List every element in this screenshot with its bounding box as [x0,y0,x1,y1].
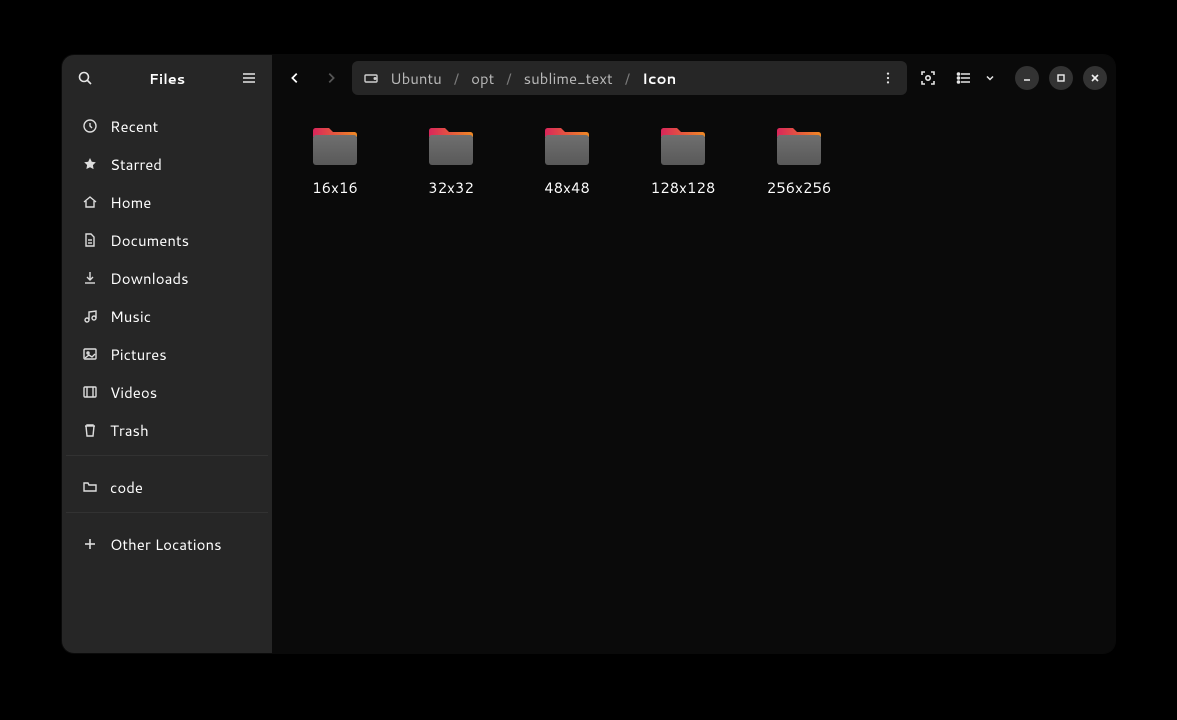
maximize-button[interactable] [1049,66,1073,90]
list-view-button[interactable] [949,63,979,93]
path-separator: / [615,68,640,89]
sidebar-item-starred[interactable]: Starred [62,145,272,183]
app-title: Files [102,68,232,89]
sidebar-bookmarks: code [62,462,272,506]
sidebar: Files Recent [62,55,272,653]
path-segment-icon[interactable]: Icon [640,68,678,89]
sidebar-item-label: Home [110,192,151,213]
search-icon [77,70,93,86]
folder-item[interactable]: 48x48 [522,125,612,198]
sidebar-item-trash[interactable]: Trash [62,411,272,449]
focus-file-button[interactable] [913,63,943,93]
sidebar-item-label: Downloads [110,268,189,289]
folder-label: 128x128 [651,177,716,198]
maximize-icon [1056,73,1066,83]
recent-icon [82,118,98,134]
folder-grid: 16x16 32x32 [290,125,1097,198]
sidebar-item-music[interactable]: Music [62,297,272,335]
disk-icon [362,69,380,87]
focus-icon [919,69,937,87]
path-separator: / [496,68,521,89]
path-separator: / [444,68,469,89]
sidebar-item-label: code [110,477,143,498]
sidebar-header: Files [62,55,272,101]
sidebar-item-label: Pictures [110,344,167,365]
sidebar-menu-button[interactable] [232,61,266,95]
video-icon [82,384,98,400]
sidebar-item-label: Videos [110,382,157,403]
chevron-right-icon [324,71,338,85]
folder-item[interactable]: 32x32 [406,125,496,198]
sidebar-item-label: Recent [110,116,158,137]
trash-icon [82,422,98,438]
folder-item[interactable]: 128x128 [638,125,728,198]
close-icon [1090,73,1100,83]
search-button[interactable] [68,61,102,95]
chevron-left-icon [288,71,302,85]
sidebar-item-code[interactable]: code [62,468,272,506]
sidebar-item-videos[interactable]: Videos [62,373,272,411]
sidebar-separator [66,512,268,513]
chevron-down-icon [984,72,996,84]
folder-icon [82,479,98,495]
home-icon [82,194,98,210]
document-icon [82,232,98,248]
folder-label: 256x256 [767,177,832,198]
sidebar-item-label: Music [110,306,151,327]
main-panel: Ubuntu / opt / sublime_text / Icon [272,55,1115,653]
sidebar-item-other-locations[interactable]: Other Locations [62,525,272,563]
view-options-button[interactable] [979,63,1001,93]
sidebar-item-documents[interactable]: Documents [62,221,272,259]
folder-label: 16x16 [312,177,358,198]
window-controls [1015,66,1107,90]
sidebar-item-downloads[interactable]: Downloads [62,259,272,297]
sidebar-item-label: Trash [110,420,149,441]
folder-icon [543,125,591,167]
sidebar-item-label: Other Locations [110,534,222,555]
folder-icon [311,125,359,167]
star-icon [82,156,98,172]
hamburger-icon [241,70,257,86]
forward-button[interactable] [316,63,346,93]
folder-icon [775,125,823,167]
folder-item[interactable]: 256x256 [754,125,844,198]
folder-item[interactable]: 16x16 [290,125,380,198]
folder-label: 32x32 [428,177,474,198]
picture-icon [82,346,98,362]
plus-icon [82,536,98,552]
list-icon [956,70,972,86]
path-segment-opt[interactable]: opt [469,68,496,89]
sidebar-other: Other Locations [62,519,272,563]
back-button[interactable] [280,63,310,93]
path-menu-button[interactable] [873,63,903,93]
sidebar-item-home[interactable]: Home [62,183,272,221]
minimize-icon [1022,73,1032,83]
music-icon [82,308,98,324]
main-header: Ubuntu / opt / sublime_text / Icon [272,55,1115,101]
path-bar[interactable]: Ubuntu / opt / sublime_text / Icon [352,61,907,95]
folder-icon [659,125,707,167]
minimize-button[interactable] [1015,66,1039,90]
sidebar-item-pictures[interactable]: Pictures [62,335,272,373]
content-area[interactable]: 16x16 32x32 [272,101,1115,653]
path-root[interactable]: Ubuntu [388,68,444,89]
folder-label: 48x48 [544,177,590,198]
close-button[interactable] [1083,66,1107,90]
sidebar-places: Recent Starred Home [62,101,272,449]
view-mode-split [949,63,1001,93]
path-segment-sublime-text[interactable]: sublime_text [522,68,615,89]
sidebar-item-label: Documents [110,230,189,251]
file-manager-window: Files Recent [62,55,1115,653]
folder-icon [427,125,475,167]
sidebar-separator [66,455,268,456]
sidebar-item-label: Starred [110,154,162,175]
sidebar-item-recent[interactable]: Recent [62,107,272,145]
kebab-icon [881,71,895,85]
download-icon [82,270,98,286]
